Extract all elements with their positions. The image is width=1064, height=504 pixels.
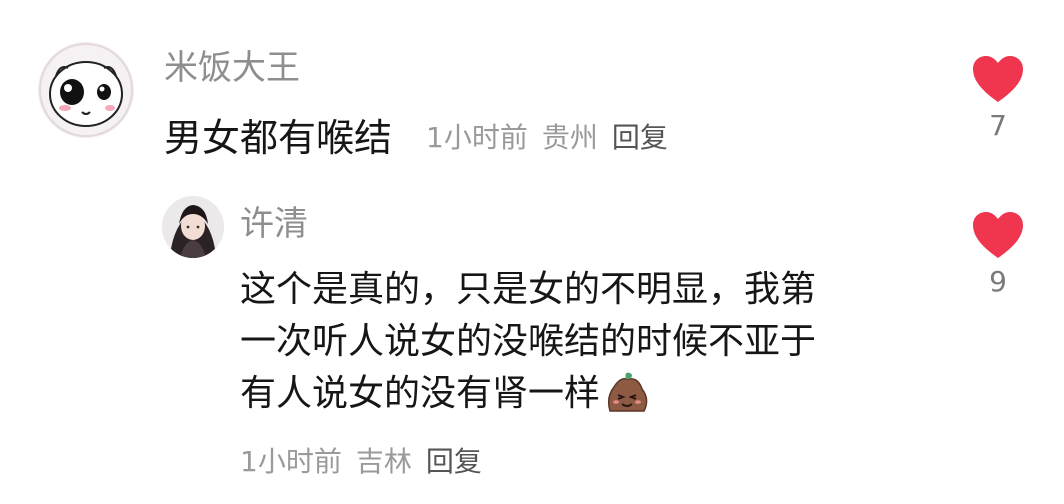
comment-text-line: 有人说女的没有肾一样 (240, 368, 816, 420)
cartoon-face-icon (39, 43, 133, 137)
heart-icon (973, 56, 1023, 102)
avatar[interactable] (38, 42, 134, 138)
comment-text: 男女都有喉结 (164, 116, 393, 160)
anime-character-icon (162, 196, 224, 258)
reply-button[interactable]: 回复 (612, 120, 668, 156)
comment-username[interactable]: 许清 (240, 204, 308, 244)
like-button[interactable]: 7 (968, 54, 1028, 142)
reply-button[interactable]: 回复 (426, 444, 482, 480)
comment-time: 1小时前 (426, 121, 528, 154)
comment-meta: 1小时前 吉林 回复 (240, 444, 482, 480)
comment-time: 1小时前 (240, 445, 342, 478)
comment-text-line: 一次听人说女的没喉结的时候不亚于 (240, 321, 817, 362)
comment-meta: 1小时前 贵州 回复 (426, 120, 668, 156)
avatar[interactable] (162, 196, 224, 258)
comment-location: 贵州 (541, 121, 598, 154)
comment-text-line: 这个是真的，只是女的不明显，我第 (240, 269, 817, 310)
like-count: 7 (989, 109, 1007, 142)
comment-thread: 米饭大王 男女都有喉结 1小时前 贵州 回复 7 许清 这个是真的，只是女的不明… (0, 0, 1064, 504)
like-count: 9 (989, 265, 1007, 298)
like-button[interactable]: 9 (968, 210, 1028, 298)
comment-text-fragment: 有人说女的没有肾一样 (240, 373, 601, 414)
comment-username[interactable]: 米饭大王 (164, 48, 300, 88)
smug-face-emoji-icon (604, 369, 650, 415)
comment-location: 吉林 (355, 445, 412, 478)
heart-icon (973, 212, 1023, 258)
comment-text: 这个是真的，只是女的不明显，我第 一次听人说女的没喉结的时候不亚于 有人说女的没… (240, 264, 816, 420)
